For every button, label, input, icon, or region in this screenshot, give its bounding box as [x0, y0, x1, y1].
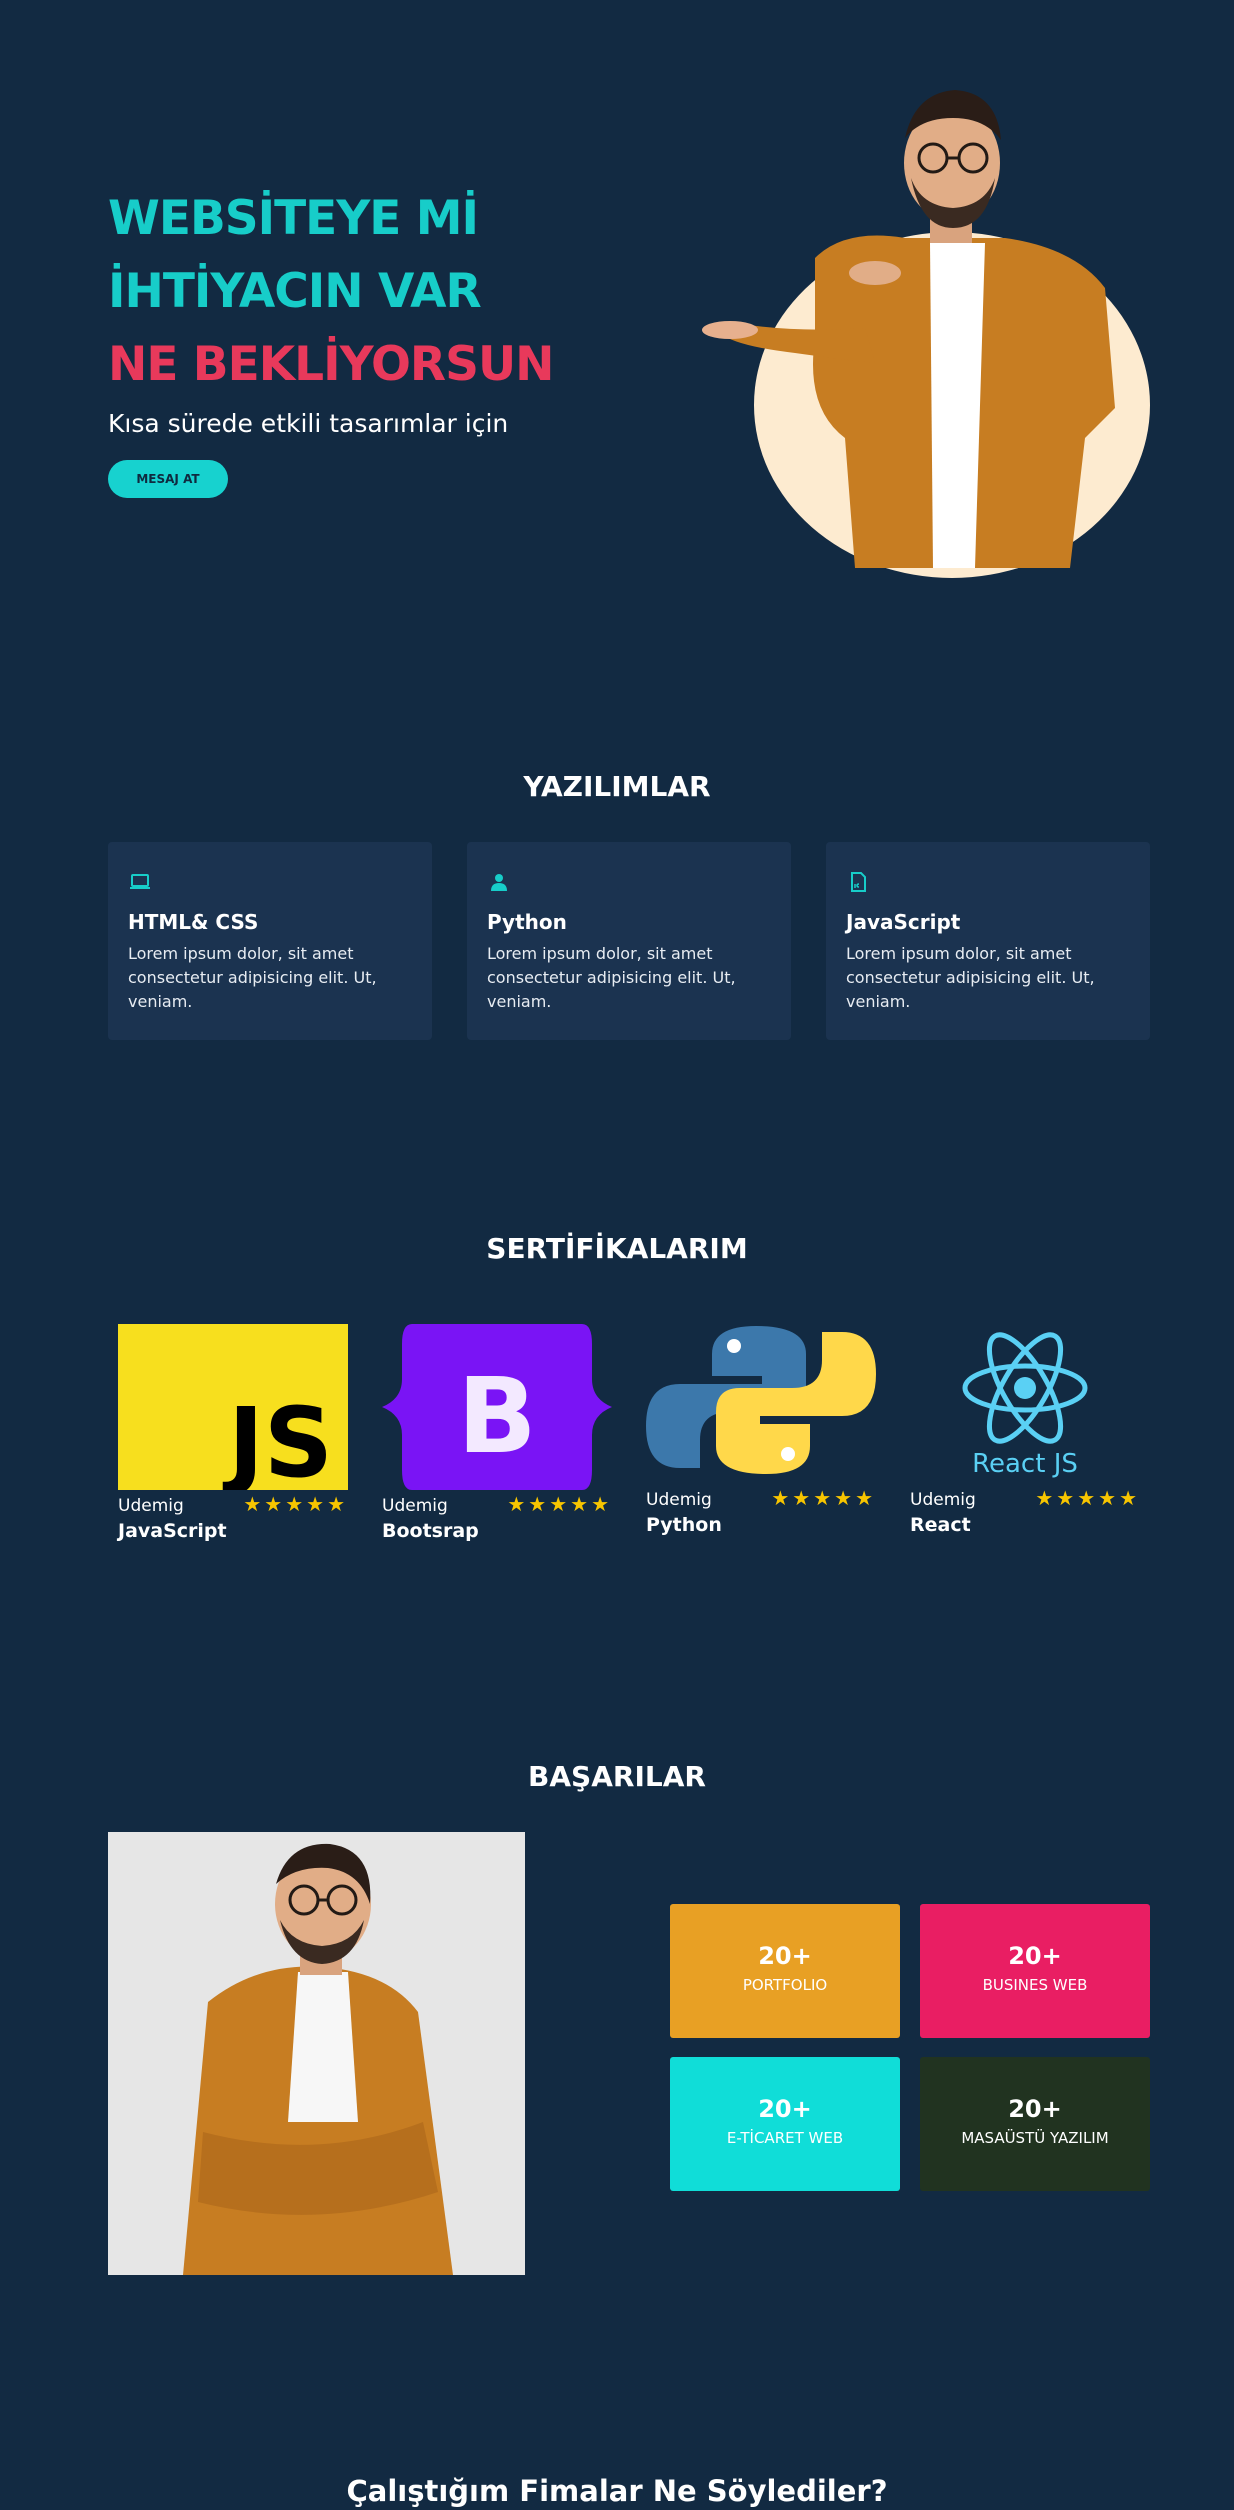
card-text: Lorem ipsum dolor, sit amet consectetur … — [128, 944, 377, 1011]
hero-subtitle: Kısa sürede etkili tasarımlar için — [108, 409, 509, 438]
certificates-list: JS Udemig ★★★★★ JavaScript B Udemig ★★★★… — [118, 1320, 1148, 1560]
bootstrap-logo-icon: B — [382, 1324, 612, 1490]
software-cards: HTML& CSS Lorem ipsum dolor, sit amet co… — [108, 842, 1150, 1040]
hero-section: WEBSİTEYE Mİ İHTİYACIN VAR NE BEKLİYORSU… — [0, 0, 1234, 640]
software-section-title: YAZILIMLAR — [523, 770, 711, 803]
certificate-card: React JS Udemig ★★★★★ React — [910, 1320, 1140, 1560]
hero-headline-line1: WEBSİTEYE Mİ — [108, 191, 479, 246]
card-title: HTML& CSS — [128, 910, 259, 934]
svg-text:B: B — [457, 1355, 536, 1477]
certificate-name: Python — [646, 1514, 722, 1536]
stat-label: PORTFOLIO — [742, 1976, 828, 1994]
user-icon — [491, 874, 507, 891]
stat-ecommerce-web: 20+ E-TİCARET WEB — [670, 2057, 900, 2191]
svg-text:JS: JS — [222, 1387, 333, 1490]
stat-label: MASAÜSTÜ YAZILIM — [961, 2129, 1109, 2147]
software-card: Python Lorem ipsum dolor, sit amet conse… — [467, 842, 791, 1040]
rating-stars: ★★★★★ — [243, 1492, 348, 1516]
certificate-source: Udemig — [910, 1490, 976, 1510]
certificate-source: Udemig — [382, 1496, 448, 1516]
stat-value: 20+ — [1008, 2095, 1062, 2123]
rating-stars: ★★★★★ — [507, 1492, 612, 1516]
stat-value: 20+ — [758, 1942, 812, 1970]
svg-text:React JS: React JS — [972, 1449, 1078, 1479]
laptop-icon — [130, 874, 150, 889]
rating-stars: ★★★★★ — [771, 1486, 876, 1510]
card-text: Lorem ipsum dolor, sit amet consectetur … — [846, 944, 1095, 1011]
hero-headline-line3: NE BEKLİYORSUN — [108, 337, 554, 392]
achievements-section-title: BAŞARILAR — [528, 1760, 706, 1793]
certificate-card: B Udemig ★★★★★ Bootsrap — [382, 1320, 612, 1560]
certificate-name: React — [910, 1514, 971, 1536]
rating-stars: ★★★★★ — [1035, 1486, 1140, 1510]
stat-value: 20+ — [758, 2095, 812, 2123]
stat-portfolio: 20+ PORTFOLIO — [670, 1904, 900, 2038]
stat-label: E-TİCARET WEB — [726, 2129, 844, 2147]
stat-business-web: 20+ BUSINES WEB — [920, 1904, 1150, 2038]
certificate-name: JavaScript — [118, 1520, 227, 1542]
stat-label: BUSINES WEB — [982, 1976, 1088, 1994]
software-card: JavaScript Lorem ipsum dolor, sit amet c… — [826, 842, 1150, 1040]
testimonials-section-title: Çalıştığım Fimalar Ne Söylediler? — [346, 2474, 888, 2508]
achievements-portrait-image — [108, 1832, 525, 2275]
card-text: Lorem ipsum dolor, sit amet consectetur … — [487, 944, 736, 1011]
certificates-section-title: SERTİFİKALARIM — [486, 1232, 748, 1265]
certificate-source: Udemig — [646, 1490, 712, 1510]
hero-text: WEBSİTEYE Mİ İHTİYACIN VAR NE BEKLİYORSU… — [108, 182, 668, 498]
stat-desktop-software: 20+ MASAÜSTÜ YAZILIM — [920, 2057, 1150, 2191]
software-card: HTML& CSS Lorem ipsum dolor, sit amet co… — [108, 842, 432, 1040]
python-logo-icon — [646, 1326, 876, 1474]
file-icon — [851, 872, 866, 892]
stat-value: 20+ — [1008, 1942, 1062, 1970]
certificate-card: Udemig ★★★★★ Python — [646, 1320, 876, 1560]
card-title: JavaScript — [846, 910, 961, 934]
certificate-source: Udemig — [118, 1496, 184, 1516]
react-logo-icon: React JS — [962, 1332, 1088, 1479]
certificate-name: Bootsrap — [382, 1520, 479, 1542]
card-title: Python — [487, 910, 567, 934]
hero-headline-line2: İHTİYACIN VAR — [108, 264, 482, 319]
javascript-logo-icon: JS — [118, 1324, 348, 1490]
message-button[interactable]: MESAJ AT — [108, 460, 228, 498]
hero-portrait-image — [702, 90, 1150, 578]
certificate-card: JS Udemig ★★★★★ JavaScript — [118, 1320, 348, 1560]
